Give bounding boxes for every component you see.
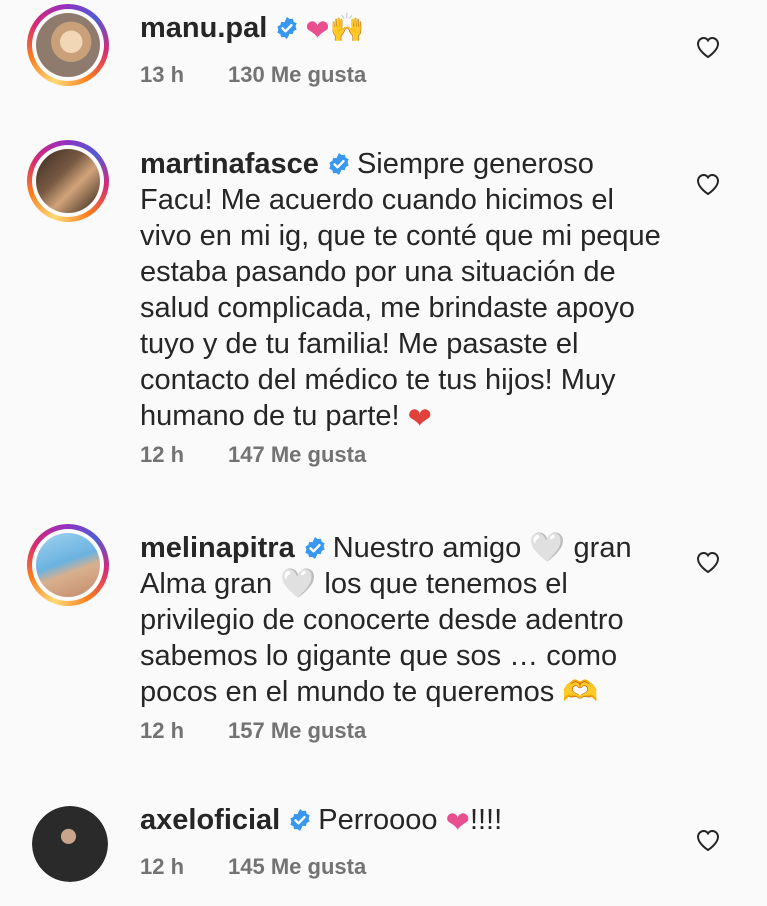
heart-outline-icon[interactable] [695, 550, 721, 574]
likes-count[interactable]: 157 Me gusta [228, 718, 366, 743]
comment-username[interactable]: martinafasce [140, 148, 319, 180]
comment-text: Siempre generoso Facu! Me acuerdo cuando… [140, 148, 661, 432]
comment-meta: 12 h 145 Me gusta [140, 854, 366, 880]
comment-time: 12 h [140, 442, 185, 467]
comment-meta: 13 h 130 Me gusta [140, 62, 366, 88]
comment-meta: 12 h 157 Me gusta [140, 718, 366, 744]
comment-username[interactable]: axeloficial [140, 804, 280, 836]
heart-outline-icon[interactable] [695, 828, 721, 852]
likes-count[interactable]: 147 Me gusta [228, 442, 366, 467]
heart-hands-emoji: 🫶 [562, 676, 599, 708]
comment-username[interactable]: melinapitra [140, 532, 295, 564]
white-heart-emoji: 🤍 [280, 568, 317, 600]
verified-badge-icon [290, 809, 310, 831]
comment-body: axeloficial Perroooo ❤!!!! [140, 802, 680, 841]
comment-body: manu.pal ❤🙌 [140, 10, 680, 49]
heart-outline-icon[interactable] [695, 35, 721, 59]
comment-meta: 12 h 147 Me gusta [140, 442, 366, 468]
comment-time: 12 h [140, 718, 185, 743]
comment-text-part: Nuestro amigo [332, 532, 522, 564]
comment-username[interactable]: manu.pal [140, 12, 267, 44]
avatar[interactable] [32, 806, 108, 882]
comment-text-part: !!!! [469, 804, 503, 836]
avatar[interactable] [27, 524, 109, 606]
comment-text-part: Perroooo [318, 804, 438, 836]
comment-body: melinapitra Nuestro amigo 🤍 gran Alma gra… [140, 530, 680, 710]
emoji: ❤ [445, 807, 470, 839]
avatar[interactable] [27, 140, 109, 222]
comment-body: martinafasce Siempre generoso Facu! Me ac… [140, 146, 670, 437]
verified-badge-icon [329, 153, 349, 175]
raised-hands-emoji: 🙌 [329, 12, 365, 43]
white-heart-emoji: 🤍 [529, 532, 566, 564]
likes-count[interactable]: 145 Me gusta [228, 854, 366, 879]
likes-count[interactable]: 130 Me gusta [228, 62, 366, 87]
verified-badge-icon [277, 17, 297, 39]
comment-time: 13 h [140, 62, 185, 87]
emoji: ❤ [305, 15, 330, 47]
verified-badge-icon [305, 537, 325, 559]
heart-outline-icon[interactable] [695, 172, 721, 196]
emoji: ❤ [407, 403, 432, 435]
comment-time: 12 h [140, 854, 185, 879]
avatar[interactable] [27, 4, 109, 86]
